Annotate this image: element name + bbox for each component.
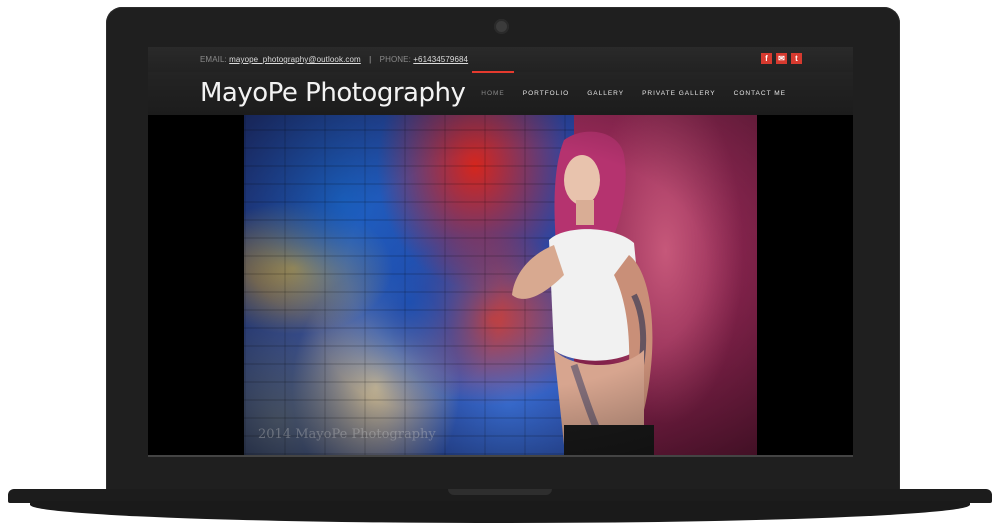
email-label: EMAIL:: [200, 55, 227, 64]
nav-item-home[interactable]: HOME: [472, 71, 514, 115]
contact-separator: |: [369, 55, 372, 64]
email-link[interactable]: mayope_photography@outlook.com: [229, 55, 361, 64]
phone-link[interactable]: +61434579684: [413, 55, 468, 64]
main-nav: HOME PORTFOLIO GALLERY PRIVATE GALLERY C…: [472, 71, 795, 115]
phone-label: PHONE:: [379, 55, 411, 64]
contact-bar: EMAIL: mayope_photography@outlook.com | …: [148, 47, 853, 73]
photo-watermark: 2014 MayoPe Photography: [258, 427, 436, 442]
laptop-notch: [448, 489, 552, 495]
nav-item-private-gallery[interactable]: PRIVATE GALLERY: [633, 72, 725, 115]
contact-info: EMAIL: mayope_photography@outlook.com | …: [200, 55, 468, 64]
hero-photo: 2014 MayoPe Photography: [244, 115, 757, 455]
social-links: f ✉ t: [761, 53, 802, 64]
browser-screen: EMAIL: mayope_photography@outlook.com | …: [148, 47, 853, 457]
facebook-icon[interactable]: f: [761, 53, 772, 64]
laptop-base-lower: [30, 501, 970, 523]
laptop-mockup: EMAIL: mayope_photography@outlook.com | …: [0, 0, 1000, 531]
nav-item-contact-me[interactable]: CONTACT ME: [725, 72, 795, 115]
nav-item-gallery[interactable]: GALLERY: [578, 72, 633, 115]
webcam-icon: [494, 19, 509, 34]
nav-item-portfolio[interactable]: PORTFOLIO: [514, 72, 578, 115]
tumblr-icon[interactable]: t: [791, 53, 802, 64]
email-icon[interactable]: ✉: [776, 53, 787, 64]
screen-bottom-edge: [148, 455, 853, 457]
site-logo[interactable]: MayoPe Photography: [200, 78, 466, 108]
photo-vignette: [244, 115, 757, 455]
site-header: MayoPe Photography HOME PORTFOLIO GALLER…: [148, 71, 853, 115]
